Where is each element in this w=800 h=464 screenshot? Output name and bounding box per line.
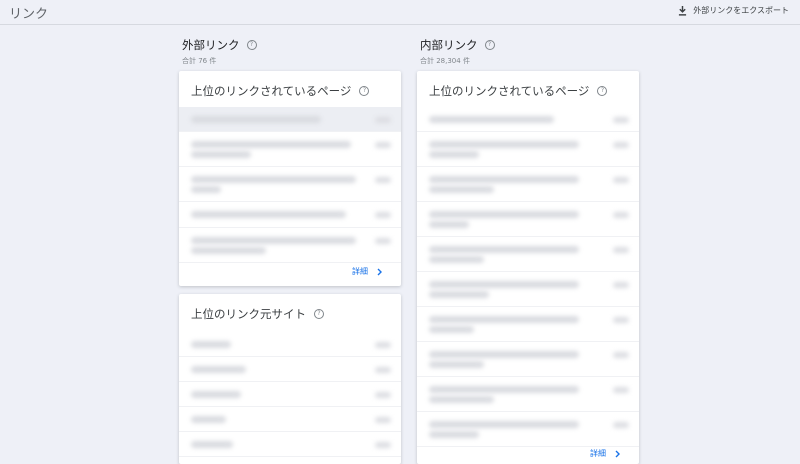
table-row[interactable] — [179, 407, 401, 432]
table-row[interactable] — [179, 357, 401, 382]
details-label: 詳細 — [352, 267, 368, 276]
top-bar: リンク 外部リンクをエクスポート — [0, 0, 800, 25]
table-row[interactable] — [179, 382, 401, 407]
table-row[interactable] — [417, 167, 639, 202]
table-row[interactable] — [179, 107, 401, 132]
external-pages-details-link[interactable]: 詳細 — [352, 266, 383, 277]
table-row[interactable] — [179, 132, 401, 167]
external-top-linking-sites-card: 上位のリンク元サイト ? — [179, 294, 401, 464]
table-row[interactable] — [417, 132, 639, 167]
help-icon[interactable]: ? — [484, 40, 495, 50]
external-links-header: 外部リンク ? 合計 76 件 — [182, 37, 257, 66]
internal-links-title: 内部リンク — [420, 38, 478, 52]
table-row[interactable] — [417, 307, 639, 342]
export-label: 外部リンクをエクスポート — [693, 6, 789, 15]
external-links-title: 外部リンク — [182, 38, 240, 52]
internal-links-total: 合計 28,304 件 — [420, 57, 470, 65]
table-row[interactable] — [417, 272, 639, 307]
table-row[interactable] — [417, 377, 639, 412]
table-row[interactable] — [179, 167, 401, 202]
download-icon — [679, 5, 687, 16]
help-icon[interactable]: ? — [314, 309, 324, 319]
external-top-linked-pages-card: 上位のリンクされているページ ? 詳細 — [179, 71, 401, 286]
details-label: 詳細 — [590, 449, 606, 458]
card-title: 上位のリンクされているページ — [191, 84, 352, 98]
table-row[interactable] — [417, 202, 639, 237]
help-icon[interactable]: ? — [246, 40, 257, 50]
internal-pages-details-link[interactable]: 詳細 — [590, 448, 621, 459]
help-icon[interactable]: ? — [597, 86, 608, 96]
help-icon[interactable]: ? — [359, 86, 370, 96]
table-row[interactable] — [179, 432, 401, 457]
chevron-right-icon — [615, 450, 620, 457]
table-row[interactable] — [179, 332, 401, 357]
page-title: リンク — [9, 7, 49, 22]
chevron-right-icon — [377, 268, 382, 275]
table-row[interactable] — [417, 342, 639, 377]
export-external-links-button[interactable]: 外部リンクをエクスポート — [678, 5, 789, 16]
table-row[interactable] — [417, 237, 639, 272]
table-row[interactable] — [179, 228, 401, 263]
internal-top-linked-pages-card: 上位のリンクされているページ ? 詳細 — [417, 71, 639, 464]
external-links-total: 合計 76 件 — [182, 57, 217, 65]
internal-links-header: 内部リンク ? 合計 28,304 件 — [420, 37, 495, 66]
card-title: 上位のリンク元サイト — [191, 307, 306, 321]
card-title: 上位のリンクされているページ — [429, 84, 590, 98]
table-row[interactable] — [179, 202, 401, 228]
table-row[interactable] — [417, 107, 639, 132]
table-row[interactable] — [417, 412, 639, 447]
